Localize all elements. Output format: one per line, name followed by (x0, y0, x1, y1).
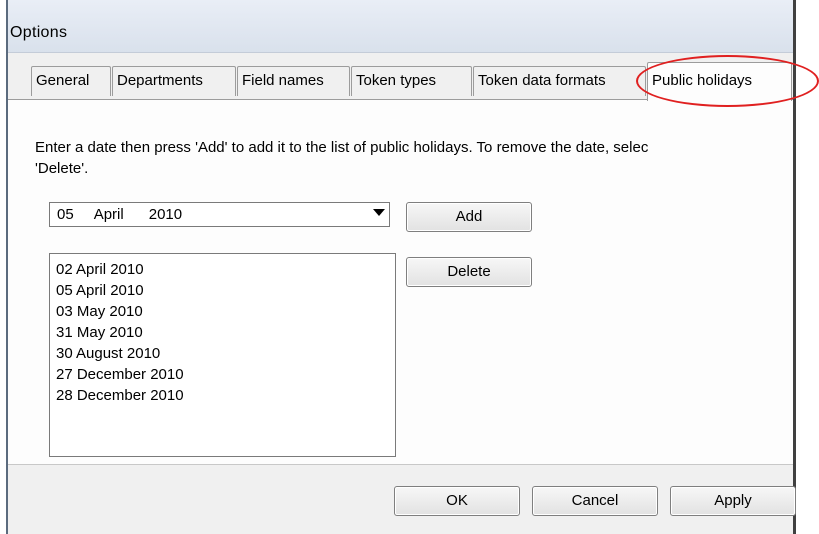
public-holidays-panel: Enter a date then press 'Add' to add it … (8, 99, 793, 464)
apply-button[interactable]: Apply (670, 486, 796, 516)
list-item[interactable]: 28 December 2010 (56, 387, 184, 404)
window-title: Options (10, 24, 68, 41)
date-picker-value: 05 April 2010 (57, 206, 182, 223)
dialog-footer: OK Cancel Apply (8, 464, 796, 534)
add-button[interactable]: Add (406, 202, 532, 232)
tab-field-names[interactable]: Field names (237, 66, 350, 96)
holiday-list[interactable]: 02 April 2010 05 April 2010 03 May 2010 … (49, 253, 396, 457)
tab-departments-label: Departments (117, 72, 203, 89)
dropdown-arrow-icon[interactable] (373, 209, 385, 216)
title-bar[interactable]: Options (8, 0, 793, 53)
tab-token-data-formats[interactable]: Token data formats (473, 66, 646, 96)
list-item[interactable]: 05 April 2010 (56, 282, 144, 299)
date-year: 2010 (148, 206, 183, 223)
delete-button[interactable]: Delete (406, 257, 532, 287)
tab-token-data-formats-label: Token data formats (478, 72, 606, 89)
list-item[interactable]: 27 December 2010 (56, 366, 184, 383)
tab-token-types-label: Token types (356, 72, 437, 89)
instructions-text: Enter a date then press 'Add' to add it … (35, 139, 649, 177)
date-picker[interactable]: 05 April 2010 (49, 202, 390, 227)
tab-token-types[interactable]: Token types (351, 66, 472, 96)
tab-public-holidays-label: Public holidays (652, 72, 753, 89)
list-item[interactable]: 03 May 2010 (56, 303, 143, 320)
options-dialog: Options General Departments Field names … (6, 0, 796, 534)
list-item[interactable]: 30 August 2010 (56, 345, 160, 362)
ok-button[interactable]: OK (394, 486, 520, 516)
date-day: 05 (57, 206, 74, 223)
list-item[interactable]: 02 April 2010 (56, 261, 144, 278)
list-item[interactable]: 31 May 2010 (56, 324, 143, 341)
tab-strip: General Departments Field names Token ty… (8, 62, 793, 101)
tab-departments[interactable]: Departments (112, 66, 236, 96)
cancel-button[interactable]: Cancel (532, 486, 658, 516)
tab-general[interactable]: General (31, 66, 111, 96)
date-month: April (93, 206, 124, 223)
tab-general-label: General (36, 72, 90, 89)
tab-field-names-label: Field names (242, 72, 324, 89)
tab-public-holidays[interactable]: Public holidays (647, 62, 792, 101)
